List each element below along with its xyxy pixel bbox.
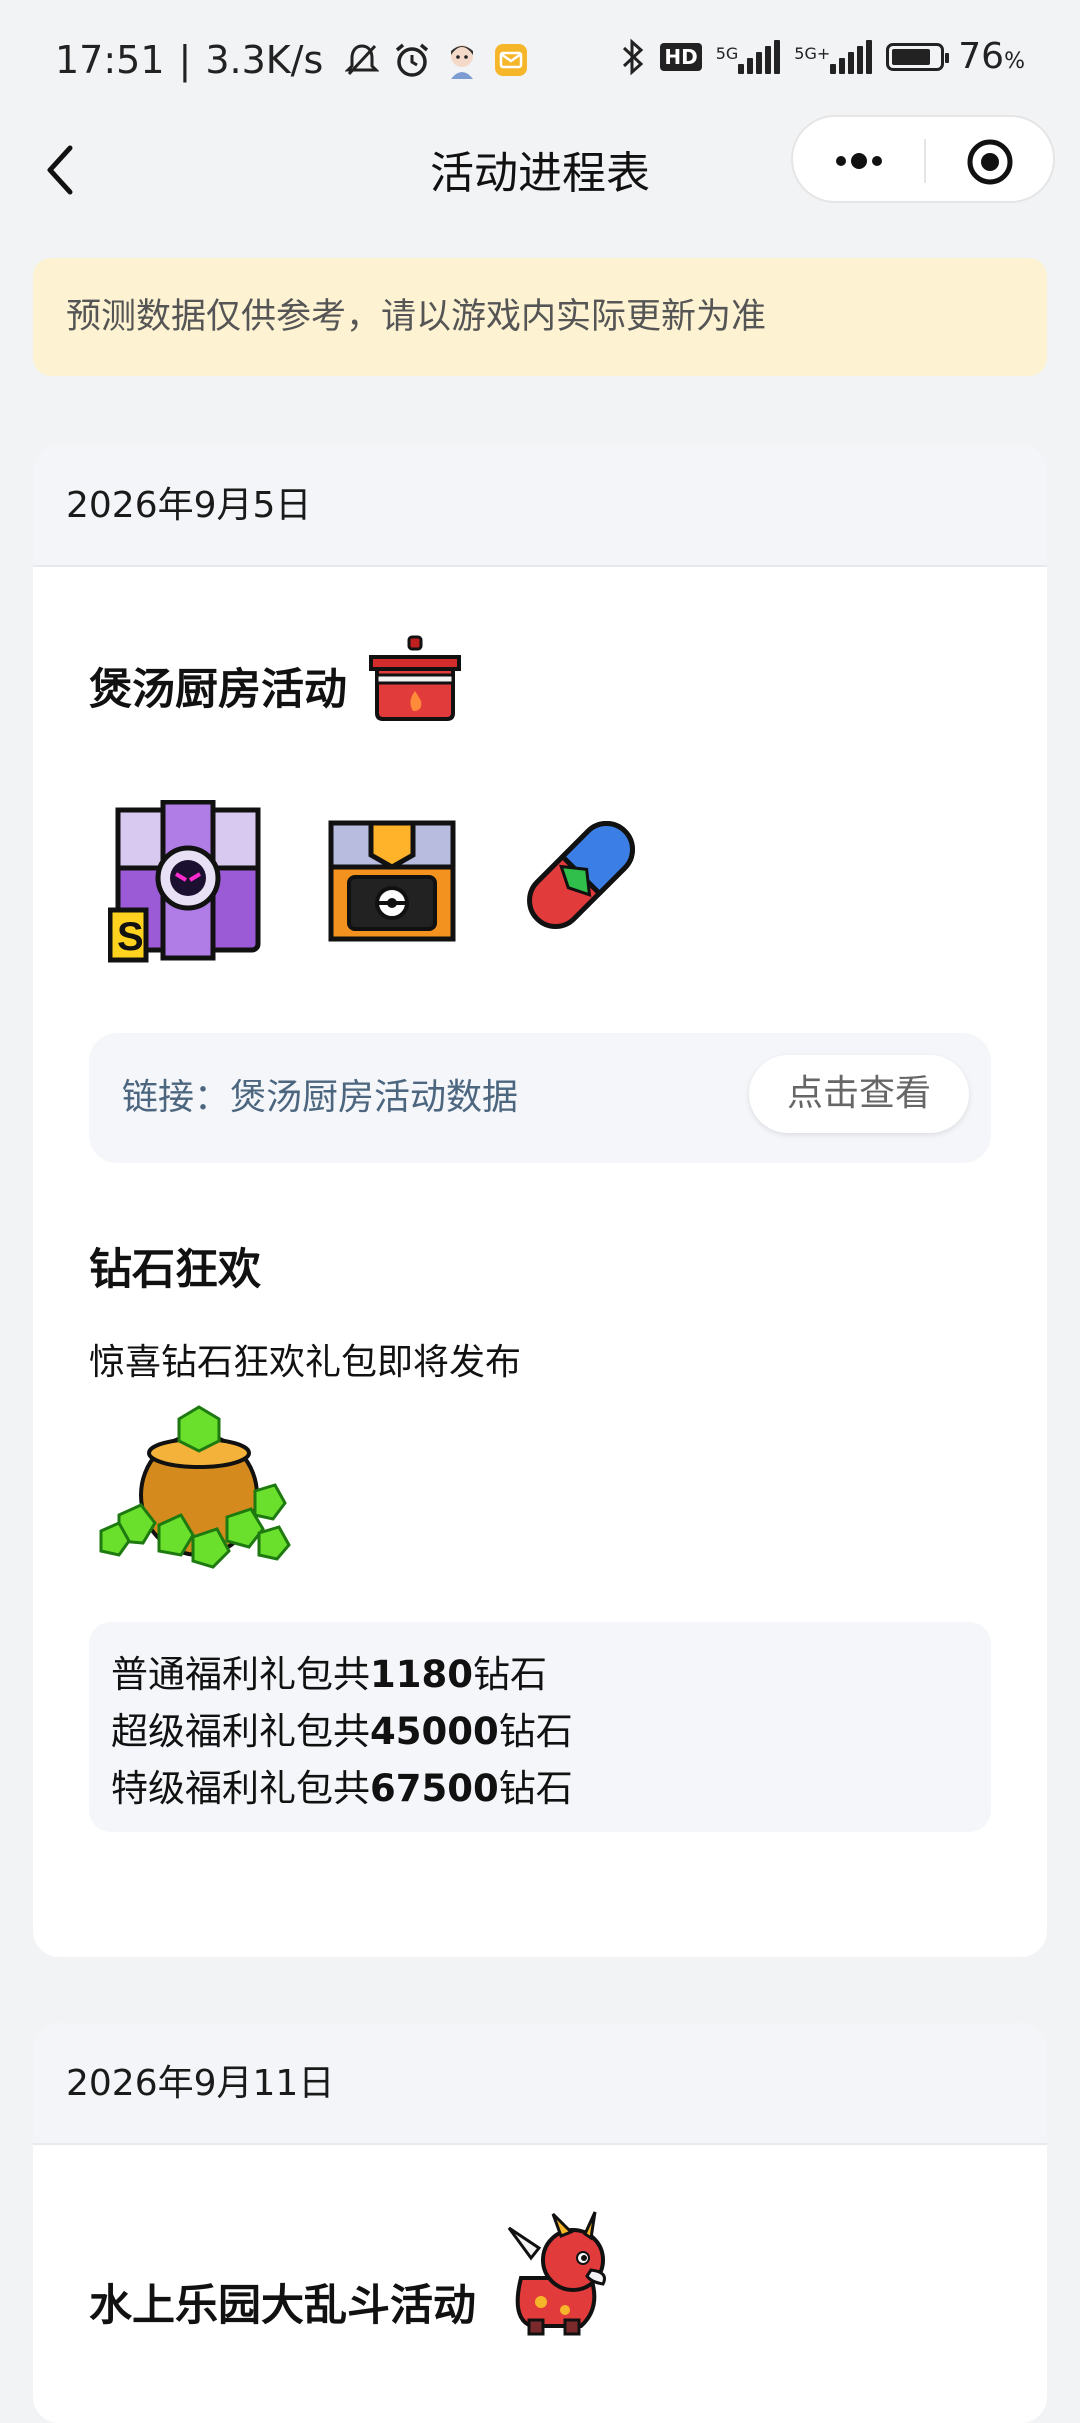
gem-bag-icon [99, 1405, 291, 1569]
nav-bar: 活动进程表 [0, 115, 1080, 225]
status-notification-icons [345, 41, 529, 79]
status-speed: 3.3K/s [205, 38, 324, 82]
purple-s-box-icon: S [108, 800, 261, 963]
pack-line: 普通福利礼包共1180钻石 [111, 1653, 547, 1696]
battery-icon [886, 42, 950, 71]
pack-amount: 1180 [370, 1653, 473, 1696]
avatar-icon [451, 45, 474, 79]
red-pot-icon [369, 635, 461, 721]
red-dragon-icon [507, 2211, 606, 2336]
pack-line: 超级福利礼包共45000钻石 [111, 1710, 573, 1753]
section-title: 煲汤厨房活动 [89, 665, 347, 715]
status-left: 17:51 | 3.3K/s [55, 38, 529, 82]
status-bar: 17:51 | 3.3K/s HD 5G 5G+ 76% [0, 0, 1080, 125]
card-date: 2026年9月5日 [33, 445, 1047, 567]
link-box[interactable]: 链接：煲汤厨房活动数据 点击查看 [89, 1033, 991, 1163]
notice-banner: 预测数据仅供参考，请以游戏内实际更新为准 [33, 258, 1047, 376]
target-circle-icon[interactable] [965, 137, 1015, 187]
card-date: 2026年9月11日 [33, 2023, 1047, 2145]
blue-red-capsule-icon [527, 821, 635, 929]
pack-line: 特级福利礼包共67500钻石 [111, 1767, 573, 1810]
view-button[interactable]: 点击查看 [749, 1055, 969, 1133]
bluetooth-icon [623, 38, 644, 75]
signal-1: 5G [716, 39, 781, 74]
status-right: HD 5G 5G+ 76% [620, 36, 1025, 77]
pack-amount: 45000 [370, 1710, 499, 1753]
event-card: 2026年9月11日 水上乐园大乱斗活动 [33, 2023, 1047, 2423]
section-title: 钻石狂欢 [89, 1245, 261, 1295]
status-time: 17:51 [55, 38, 165, 82]
orange-chest-icon [328, 820, 456, 942]
status-divider: | [178, 38, 192, 82]
signal-2: 5G+ [794, 39, 873, 74]
pack-amount: 67500 [370, 1767, 499, 1810]
hd-badge: HD [660, 42, 702, 71]
mail-app-icon [495, 44, 528, 76]
capsule-divider [924, 139, 926, 183]
alarm-icon [396, 43, 429, 77]
event-card: 2026年9月5日 煲汤厨房活动 S 链接：煲汤厨房活动数据 点击查看 钻石狂欢… [33, 445, 1047, 1957]
section-title: 水上乐园大乱斗活动 [89, 2281, 476, 2331]
mute-bell-icon [345, 44, 380, 76]
pack-info-box: 普通福利礼包共1180钻石 超级福利礼包共45000钻石 特级福利礼包共6750… [89, 1622, 991, 1832]
svg-text:S: S [117, 915, 144, 959]
link-label[interactable]: 链接：煲汤厨房活动数据 [122, 1033, 518, 1163]
section-description: 惊喜钻石狂欢礼包即将发布 [89, 1342, 522, 1383]
more-dots-icon[interactable] [831, 141, 887, 181]
mini-program-capsule [791, 115, 1055, 203]
battery-level: 76% [958, 36, 1025, 77]
